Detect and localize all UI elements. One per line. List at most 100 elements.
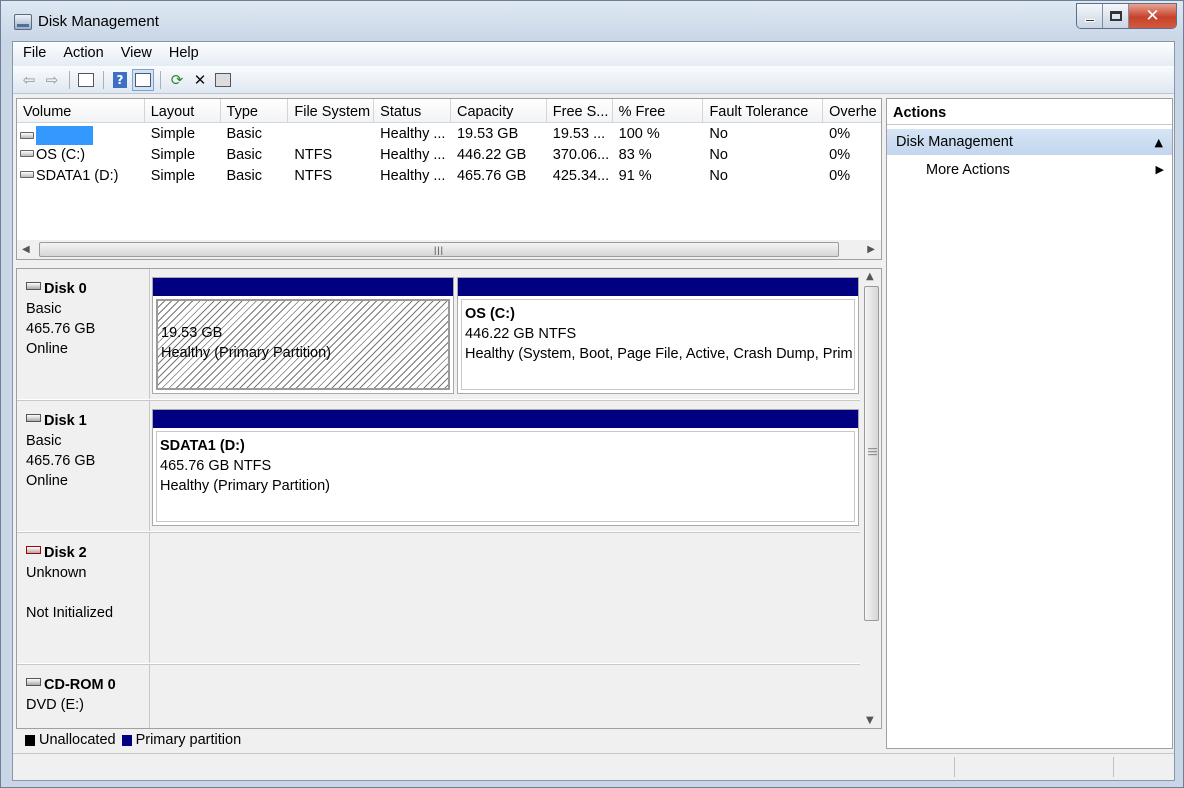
layout-cell: Simple	[150, 147, 196, 163]
status-bar	[13, 753, 1174, 780]
volume-icon	[20, 150, 34, 157]
partition-size: 19.53 GB	[161, 325, 223, 341]
window-controls: ✕	[1076, 3, 1177, 29]
scroll-left-icon[interactable]: ◀	[22, 244, 30, 255]
cd-rom-icon	[26, 678, 41, 686]
overhead-cell: 0%	[829, 168, 851, 184]
cdrom-0-label[interactable]: CD-ROM 0 DVD (E:)	[17, 665, 150, 728]
column-header-fault-tolerance[interactable]: Fault Tolerance	[703, 99, 824, 123]
table-row[interactable]: Simple Basic Healthy ... 19.53 GB 19.53 …	[17, 124, 881, 145]
table-row[interactable]: SDATA1 (D:) Simple Basic NTFS Healthy ..…	[17, 166, 881, 187]
refresh-icon[interactable]: ⟳	[166, 69, 188, 91]
layout-cell: Simple	[150, 126, 196, 142]
hard-disk-icon	[26, 282, 41, 290]
disk-1-label[interactable]: Disk 1 Basic 465.76 GB Online	[17, 401, 150, 531]
column-header-volume[interactable]: Volume	[17, 99, 145, 123]
horizontal-scrollbar[interactable]: ◀ ||| ▶	[17, 240, 881, 259]
type-cell: Basic	[226, 147, 262, 163]
type-cell: Basic	[226, 168, 262, 184]
disk-1-size: 465.76 GB	[26, 453, 96, 469]
disk-management-app-icon	[14, 14, 32, 30]
column-header-free-space[interactable]: Free S...	[547, 99, 613, 123]
properties-icon[interactable]	[212, 69, 234, 91]
menu-file[interactable]: File	[13, 42, 53, 66]
submenu-arrow-icon: ▶	[1155, 163, 1164, 176]
menu-bar: File Action View Help	[13, 42, 1174, 66]
partition-sdata1-d[interactable]: SDATA1 (D:) 465.76 GB NTFS Healthy (Prim…	[152, 409, 859, 526]
close-button[interactable]: ✕	[1129, 4, 1176, 28]
more-actions-label: More Actions	[926, 162, 1010, 178]
scroll-right-icon[interactable]: ▶	[867, 244, 875, 255]
disk-2-label[interactable]: Disk 2 Unknown Not Initialized	[17, 533, 150, 663]
disk-row-0: Disk 0 Basic 465.76 GB Online 19.53 GB H…	[17, 269, 860, 399]
vertical-scroll-thumb[interactable]: — — —	[864, 286, 879, 621]
disk-2-name: Disk 2	[26, 543, 149, 563]
disk-0-size: 465.76 GB	[26, 321, 96, 337]
actions-header: Actions	[887, 99, 1172, 125]
fault-tolerance-cell: No	[709, 147, 728, 163]
disk-1-name: Disk 1	[26, 411, 149, 431]
disk-view-icon[interactable]	[132, 68, 154, 91]
more-actions-item[interactable]: More Actions ▶	[887, 155, 1172, 181]
hard-disk-icon	[26, 414, 41, 422]
maximize-button[interactable]	[1103, 4, 1129, 28]
actions-group-label: Disk Management	[896, 134, 1013, 150]
disk-2-type: Unknown	[26, 565, 87, 581]
toolbar-separator	[69, 70, 70, 89]
left-pane: Volume Layout Type File System Status Ca…	[16, 98, 882, 749]
menu-view[interactable]: View	[111, 42, 159, 66]
horizontal-scroll-thumb[interactable]: |||	[39, 242, 839, 257]
column-header-status[interactable]: Status	[374, 99, 451, 123]
capacity-cell: 19.53 GB	[456, 126, 519, 142]
legend: Unallocated Primary partition	[19, 731, 241, 749]
column-header-percent-free[interactable]: % Free	[613, 99, 704, 123]
partition-status: Healthy (System, Boot, Page File, Active…	[465, 346, 853, 362]
scroll-down-icon[interactable]: ▼	[866, 715, 874, 726]
column-header-layout[interactable]: Layout	[145, 99, 221, 123]
column-header-type[interactable]: Type	[221, 99, 289, 123]
percent-free-cell: 91 %	[618, 168, 652, 184]
partition-body: OS (C:) 446.22 GB NTFS Healthy (System, …	[461, 299, 855, 390]
help-icon[interactable]: ?	[109, 69, 131, 91]
close-icon: ✕	[1145, 6, 1160, 26]
collapse-icon[interactable]: ▲	[1155, 136, 1163, 149]
partition-status: Healthy (Primary Partition)	[161, 345, 332, 361]
disk-graphical-view: Disk 0 Basic 465.76 GB Online 19.53 GB H…	[16, 268, 882, 729]
minimize-button[interactable]	[1077, 4, 1103, 28]
grip-icon: — — —	[868, 443, 877, 459]
console-tree-icon[interactable]	[75, 69, 97, 91]
selected-volume-name[interactable]	[36, 126, 93, 145]
menu-action[interactable]: Action	[53, 42, 110, 66]
scroll-up-icon[interactable]: ▲	[866, 271, 874, 282]
volume-cell	[17, 124, 145, 145]
column-header-capacity[interactable]: Capacity	[451, 99, 547, 123]
partition-os-c[interactable]: OS (C:) 446.22 GB NTFS Healthy (System, …	[457, 277, 859, 394]
toolbar-separator	[160, 70, 161, 89]
disk-2-state: Not Initialized	[26, 605, 114, 621]
table-row[interactable]: OS (C:) Simple Basic NTFS Healthy ... 44…	[17, 145, 881, 166]
column-header-overhead[interactable]: Overhe	[823, 99, 881, 123]
partition-body: 19.53 GB Healthy (Primary Partition)	[156, 299, 450, 390]
partition-unlabeled[interactable]: 19.53 GB Healthy (Primary Partition)	[152, 277, 454, 394]
percent-free-cell: 83 %	[618, 147, 652, 163]
status-cell: Healthy ...	[380, 168, 446, 184]
forward-icon[interactable]: ⇨	[41, 69, 63, 91]
free-space-cell: 425.34...	[552, 168, 610, 184]
disk-0-label[interactable]: Disk 0 Basic 465.76 GB Online	[17, 269, 150, 399]
window-title: Disk Management	[38, 13, 159, 30]
disk-row-cdrom: CD-ROM 0 DVD (E:)	[17, 665, 860, 728]
vertical-scrollbar[interactable]: ▲ — — — ▼	[862, 269, 881, 728]
back-icon[interactable]: ⇦	[18, 69, 40, 91]
grip-icon: |||	[434, 245, 445, 255]
delete-icon[interactable]: ✕	[189, 69, 211, 91]
menu-help[interactable]: Help	[159, 42, 206, 66]
file-system-cell: NTFS	[294, 168, 333, 184]
volume-name: OS (C:)	[36, 147, 86, 163]
column-header-file-system[interactable]: File System	[288, 99, 375, 123]
title-bar[interactable]: Disk Management ✕	[1, 1, 1183, 41]
percent-free-cell: 100 %	[618, 126, 660, 142]
volume-cell: SDATA1 (D:)	[17, 166, 145, 187]
file-system-cell	[288, 124, 374, 145]
status-cell: Healthy ...	[380, 126, 446, 142]
actions-group-disk-management[interactable]: Disk Management ▲	[887, 129, 1172, 155]
